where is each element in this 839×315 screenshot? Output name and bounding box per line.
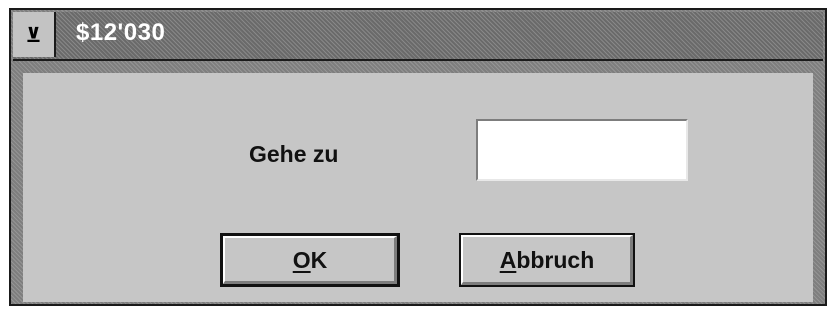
cancel-mnemonic: A bbox=[499, 246, 517, 273]
cancel-button[interactable]: Abbruch bbox=[459, 233, 635, 287]
ok-label-rest: K bbox=[310, 246, 328, 273]
cancel-button-label: Abbruch bbox=[500, 247, 595, 274]
dialog-frame: ⊻ $12'030 Gehe zu OK Abbruch bbox=[11, 10, 825, 304]
title-bar[interactable]: ⊻ $12'030 bbox=[13, 12, 823, 61]
goto-input[interactable] bbox=[476, 119, 688, 181]
goto-dialog: ⊻ $12'030 Gehe zu OK Abbruch bbox=[9, 8, 827, 306]
ok-button-label: OK bbox=[293, 247, 328, 274]
system-menu-button[interactable]: ⊻ bbox=[13, 12, 56, 57]
window-title: $12'030 bbox=[76, 19, 166, 46]
system-menu-icon: ⊻ bbox=[25, 22, 42, 47]
ok-mnemonic: O bbox=[292, 246, 311, 273]
goto-label: Gehe zu bbox=[249, 141, 339, 167]
ok-button[interactable]: OK bbox=[220, 233, 400, 287]
cancel-label-rest: bbruch bbox=[516, 246, 595, 273]
dialog-client-area: Gehe zu OK Abbruch bbox=[23, 73, 813, 302]
